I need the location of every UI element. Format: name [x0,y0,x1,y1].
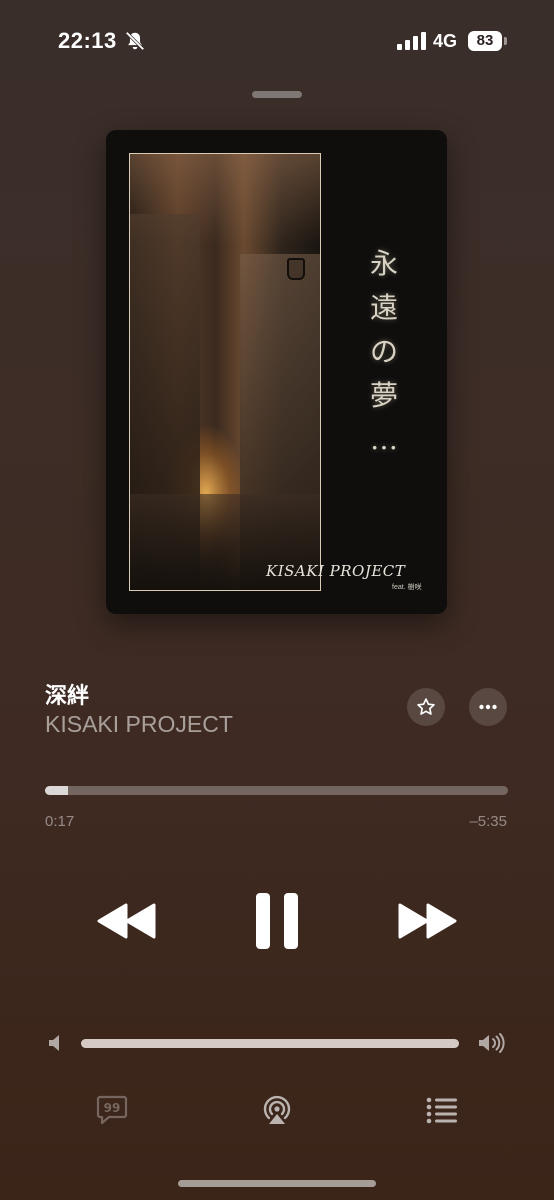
cover-brand: KISAKI PROJECT [266,562,406,580]
track-artist[interactable]: KISAKI PROJECT [45,711,233,738]
more-button[interactable] [469,688,507,726]
battery-icon: 83 [468,31,502,51]
fast-forward-icon[interactable] [397,903,457,939]
bell-slash-icon [125,31,145,51]
speaker-wave-icon [479,1033,505,1053]
cover-photo [129,153,321,591]
street-lamp [287,258,305,280]
elapsed-time: 0:17 [45,813,75,830]
cover-title: 永 遠 の 夢 … [369,247,398,456]
signal-icon [397,32,426,50]
home-indicator[interactable] [178,1180,376,1187]
ellipsis-icon [479,704,497,710]
pause-icon[interactable] [254,892,300,950]
list-icon[interactable] [426,1096,458,1124]
network-type: 4G [433,31,458,51]
track-title: 深絆 [45,683,90,708]
quote-bubble-icon[interactable]: 99 [96,1094,128,1126]
playback-progress-fill [45,786,69,795]
speaker-icon [49,1035,59,1051]
status-time: 22:13 [58,28,117,53]
airplay-icon[interactable] [260,1093,294,1127]
rewind-icon[interactable] [97,903,157,939]
sheet-grabber[interactable] [252,91,302,98]
remaining-time: –5:35 [469,813,507,830]
volume-slider[interactable] [81,1039,459,1048]
playback-scrubber[interactable] [45,786,508,795]
star-icon [417,698,435,715]
status-bar: 22:13 4G 83 [0,0,554,80]
favorite-button[interactable] [407,688,445,726]
cover-brand-sub: feat. 樹咲 [392,584,422,591]
battery-tip [504,37,507,45]
svg-text:99: 99 [104,1101,121,1115]
album-artwork: 永 遠 の 夢 … KISAKI PROJECT feat. 樹咲 [106,130,447,614]
volume-fill [81,1039,459,1048]
